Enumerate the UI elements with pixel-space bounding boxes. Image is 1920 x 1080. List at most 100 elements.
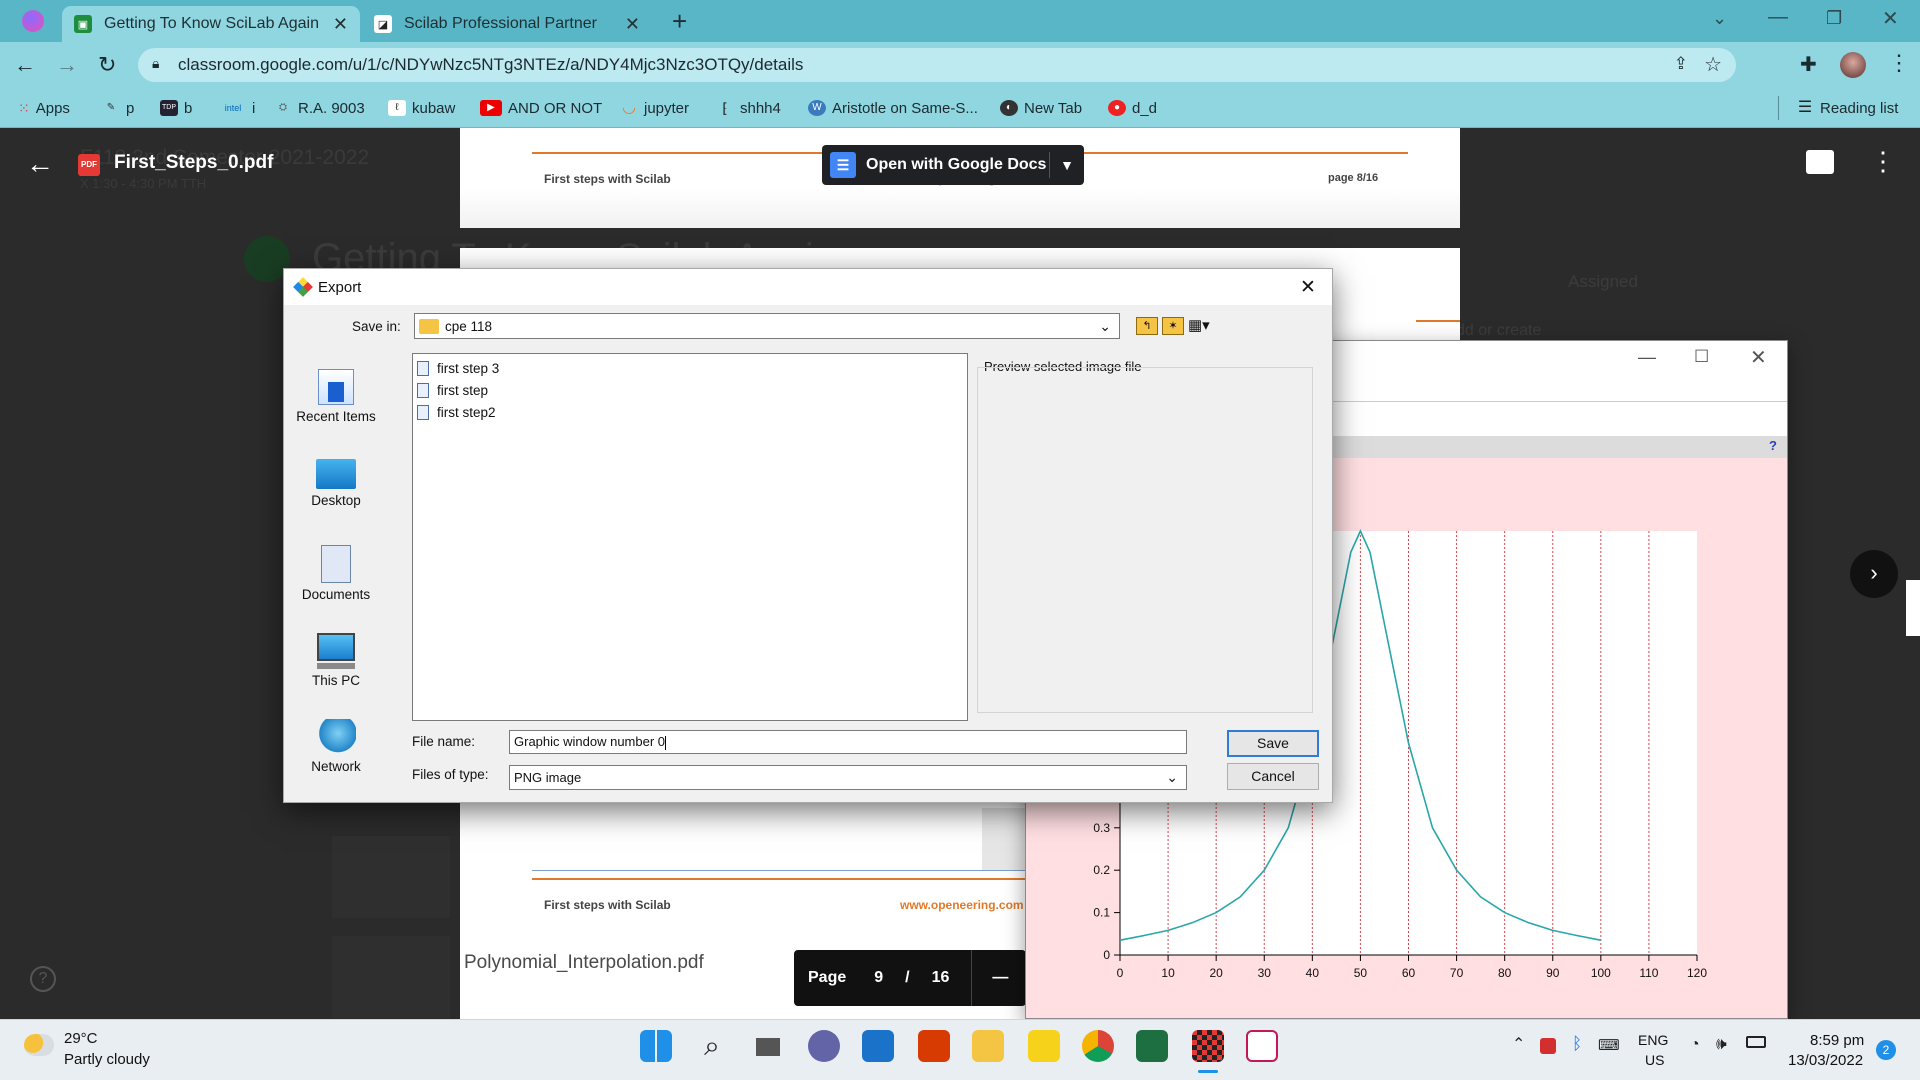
bookmark-new-tab[interactable]: ◐ New Tab xyxy=(1000,88,1082,128)
show-hidden-icons[interactable]: ⌃ xyxy=(1512,1034,1525,1054)
scilab-minimize-icon[interactable]: — xyxy=(1638,347,1656,368)
x-tick-label: 110 xyxy=(1639,966,1658,980)
page-current[interactable]: 9 xyxy=(874,969,883,987)
bluetooth-icon[interactable]: ᛒ xyxy=(1572,1034,1582,1054)
bookmark-p[interactable]: ✎ p xyxy=(102,88,135,128)
export-close-icon[interactable]: ✕ xyxy=(1300,276,1316,299)
place-documents[interactable]: Documents xyxy=(294,545,378,602)
chrome-icon[interactable] xyxy=(1082,1030,1114,1062)
scilab-icon[interactable] xyxy=(1192,1030,1224,1062)
back-icon[interactable]: ← xyxy=(14,52,36,78)
place-desktop[interactable]: Desktop xyxy=(294,459,378,508)
search-icon[interactable]: ⌕ xyxy=(696,1030,728,1062)
bookmark-kubaw[interactable]: ℓ kubaw xyxy=(388,88,455,128)
place-network[interactable]: Network xyxy=(294,719,378,774)
save-in-value: cpe 118 xyxy=(445,318,493,334)
language-bottom[interactable]: US xyxy=(1645,1052,1664,1068)
list-item[interactable]: first step xyxy=(417,379,963,401)
excel-icon[interactable] xyxy=(1136,1030,1168,1062)
close-tab-icon[interactable]: ✕ xyxy=(333,14,348,35)
snipping-tool-icon[interactable] xyxy=(1246,1030,1278,1062)
viewer-more-icon[interactable]: ⋮ xyxy=(1870,146,1896,177)
weather-temperature[interactable]: 29°C xyxy=(64,1030,98,1047)
tray-app-icon[interactable] xyxy=(1540,1038,1556,1054)
view-menu-icon[interactable]: ▦▾ xyxy=(1188,317,1216,335)
scilab-help-icon[interactable]: ? xyxy=(1769,438,1777,453)
restore-icon[interactable]: ❐ xyxy=(1826,8,1842,29)
pdf-back-icon[interactable]: ← xyxy=(26,148,54,180)
cancel-button[interactable]: Cancel xyxy=(1227,763,1319,790)
bookmark-dd[interactable]: ● d_d xyxy=(1108,88,1157,128)
open-with-label: Open with Google Docs xyxy=(866,156,1047,173)
bookmark-aristotle[interactable]: W Aristotle on Same-S... xyxy=(808,88,978,128)
scilab-close-icon[interactable]: ✕ xyxy=(1750,345,1767,370)
tab-search-icon[interactable] xyxy=(22,10,44,32)
export-dialog-titlebar[interactable] xyxy=(284,269,1332,305)
save-in-select[interactable]: cpe 118 ⌄ xyxy=(414,313,1120,339)
bookmark-apps[interactable]: ⁙ Apps xyxy=(18,88,70,128)
bookmark-star-icon[interactable]: ☆ xyxy=(1704,52,1722,77)
scilab-maximize-icon[interactable]: ☐ xyxy=(1694,347,1709,367)
seal-icon: ⛭ xyxy=(279,102,287,113)
reading-list-button[interactable]: ☰ Reading list xyxy=(1796,88,1899,128)
x-tick-label: 0 xyxy=(1117,966,1124,980)
forward-icon[interactable]: → xyxy=(56,52,78,78)
file-list[interactable]: first step 3 first step first step2 xyxy=(412,353,968,721)
wifi-icon[interactable]: ◔ xyxy=(1690,1036,1700,1054)
language-top[interactable]: ENG xyxy=(1638,1032,1668,1048)
office-icon[interactable] xyxy=(918,1030,950,1062)
volume-icon[interactable]: 🕪︎ xyxy=(1716,1034,1727,1054)
mail-icon[interactable] xyxy=(862,1030,894,1062)
task-view-icon[interactable] xyxy=(752,1030,784,1062)
place-this-pc[interactable]: This PC xyxy=(294,633,378,688)
next-file-button[interactable]: › xyxy=(1850,550,1898,598)
bookmark-jupyter[interactable]: ◡ jupyter xyxy=(620,88,689,128)
profile-avatar[interactable] xyxy=(1840,52,1866,78)
bookmark-b[interactable]: TDP b xyxy=(160,88,192,128)
file-explorer-icon[interactable] xyxy=(972,1030,1004,1062)
open-with-google-docs-button[interactable]: ☰ Open with Google Docs ▼ xyxy=(822,145,1084,185)
teams-chat-icon[interactable] xyxy=(808,1030,840,1062)
help-icon[interactable]: ? xyxy=(30,966,56,992)
clock-time[interactable]: 8:59 pm xyxy=(1810,1032,1864,1049)
list-item[interactable]: first step 3 xyxy=(417,357,963,379)
clock-date[interactable]: 13/03/2022 xyxy=(1788,1052,1863,1069)
new-tab-button[interactable]: + xyxy=(672,6,687,37)
tab-dropdown-icon[interactable]: ⌄ xyxy=(1712,8,1727,29)
bookmark-shhh4[interactable]: ⁅ shhh4 xyxy=(716,88,781,128)
notification-badge[interactable]: 2 xyxy=(1876,1040,1896,1060)
new-folder-icon[interactable]: ✶ xyxy=(1162,317,1184,335)
viewer-scrollbar[interactable] xyxy=(1906,580,1920,636)
extensions-icon[interactable]: ✚ xyxy=(1800,52,1817,77)
bookmark-and-or-not[interactable]: ▶ AND OR NOT xyxy=(480,88,602,128)
background-assigned-label: Assigned xyxy=(1568,272,1638,291)
address-bar[interactable]: 🔒︎ classroom.google.com/u/1/c/NDYwNzc5NT… xyxy=(138,48,1736,82)
print-icon[interactable] xyxy=(1806,150,1834,174)
input-indicator-icon[interactable]: ⌨ xyxy=(1598,1036,1620,1054)
globe-icon: ◐ xyxy=(1000,100,1018,116)
zoom-out-button[interactable]: — xyxy=(992,969,1008,987)
sticky-notes-icon[interactable] xyxy=(1028,1030,1060,1062)
reload-icon[interactable]: ↻ xyxy=(98,52,116,78)
weather-condition[interactable]: Partly cloudy xyxy=(64,1051,150,1068)
page-footer-left: First steps with Scilab xyxy=(544,172,671,186)
file-type-select[interactable]: PNG image ⌄ xyxy=(509,765,1187,790)
tab-getting-to-know-scilab[interactable]: ▣ Getting To Know SciLab Again ✕ xyxy=(62,6,360,42)
tab-scilab-partner[interactable]: ◪ Scilab Professional Partner ✕ xyxy=(362,6,652,42)
place-recent-items[interactable]: Recent Items xyxy=(294,369,378,424)
weather-icon[interactable] xyxy=(24,1034,54,1056)
bookmark-ra9003[interactable]: ⛭ R.A. 9003 xyxy=(274,88,365,128)
chevron-down-icon[interactable]: ▼ xyxy=(1050,157,1084,173)
battery-icon[interactable] xyxy=(1746,1036,1766,1048)
list-item[interactable]: first step2 xyxy=(417,401,963,423)
close-window-icon[interactable]: ✕ xyxy=(1882,6,1899,31)
file-name-input[interactable]: Graphic window number 0 xyxy=(509,730,1187,754)
share-icon[interactable]: ⇪ xyxy=(1674,54,1688,74)
minimize-icon[interactable]: — xyxy=(1768,6,1788,29)
up-folder-icon[interactable]: ↰ xyxy=(1136,317,1158,335)
save-button[interactable]: Save xyxy=(1227,730,1319,757)
browser-menu-icon[interactable]: ⋮ xyxy=(1888,50,1910,76)
start-icon[interactable] xyxy=(640,1030,672,1062)
bookmark-i[interactable]: intel i xyxy=(220,88,256,128)
close-tab-icon[interactable]: ✕ xyxy=(625,14,640,35)
